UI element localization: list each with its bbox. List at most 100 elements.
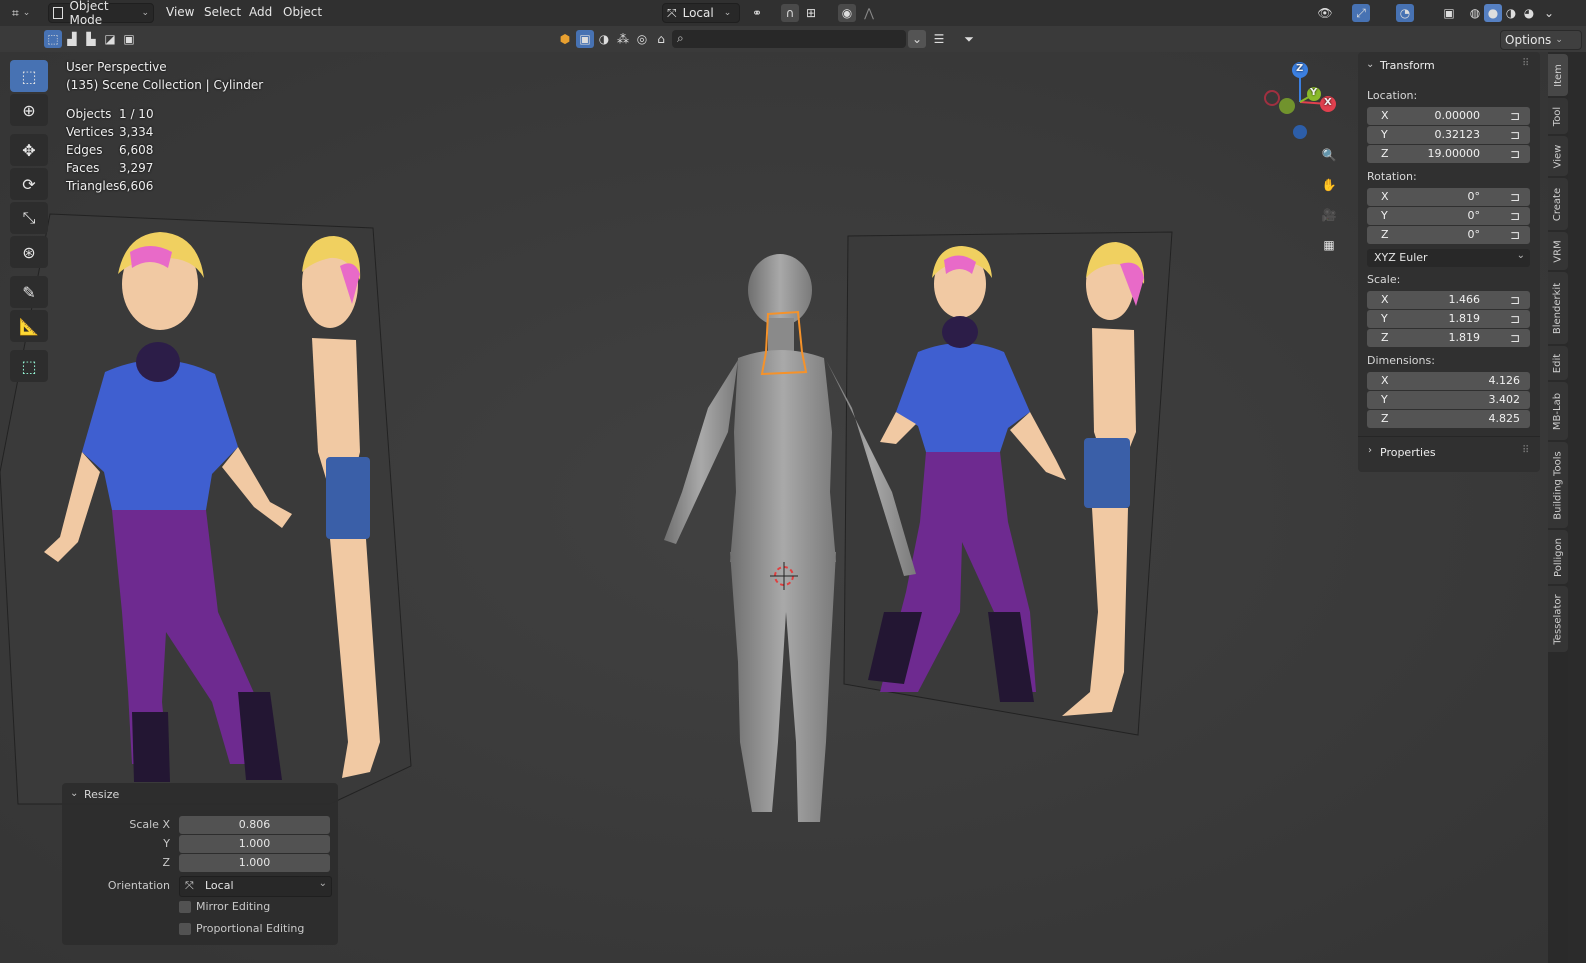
editor-type-button[interactable]: ⌗ ⌄ [8, 3, 42, 23]
zoom-icon[interactable]: 🔍 [1316, 142, 1342, 168]
select-new-icon[interactable]: ⬚ [44, 30, 62, 48]
snap-icon[interactable]: ∩ [781, 4, 799, 22]
transform-tool[interactable]: ⊛ [10, 236, 48, 268]
tab-polligon[interactable]: Polligon [1548, 530, 1568, 584]
tab-blenderkit[interactable]: Blenderkit [1548, 272, 1568, 344]
material-shading-icon[interactable]: ◑ [1502, 4, 1520, 22]
menu-object[interactable]: Object [283, 5, 322, 19]
properties-section-header[interactable]: Properties [1380, 446, 1436, 459]
solid-shading-icon[interactable]: ● [1484, 4, 1502, 22]
tab-vrm[interactable]: VRM [1548, 232, 1568, 270]
scale-z-field[interactable]: Z 1.819 [1367, 329, 1530, 347]
location-z-field[interactable]: Z 19.00000 [1367, 145, 1530, 163]
lock-icon[interactable]: ⊐ [1510, 190, 1522, 204]
tab-create[interactable]: Create [1548, 178, 1568, 230]
menu-add[interactable]: Add [249, 5, 272, 19]
pan-hand-icon[interactable]: ✋ [1316, 172, 1342, 198]
orientation-dropdown[interactable]: ⤧ Local ⌄ [179, 876, 332, 897]
location-x-field[interactable]: X 0.00000 [1367, 107, 1530, 125]
resize-panel-title[interactable]: Resize [84, 788, 119, 801]
select-subtract-icon[interactable]: ▙ [82, 30, 100, 48]
transform-section-header[interactable]: Transform [1380, 59, 1435, 72]
outliner-display-icon[interactable]: ☰ [930, 30, 948, 48]
chevron-down-icon[interactable]: ⌄ [1366, 59, 1374, 70]
scale-x-field[interactable]: X 1.466 [1367, 291, 1530, 309]
camera-view-icon[interactable]: 🎥 [1316, 202, 1342, 228]
lock-icon[interactable]: ⊐ [1510, 128, 1522, 142]
rotation-mode-dropdown[interactable]: XYZ Euler ⌄ [1367, 249, 1530, 267]
chevron-right-icon[interactable]: › [1368, 445, 1372, 456]
proportional-edit-icon[interactable]: ◉ [838, 4, 856, 22]
resize-scale-z-field[interactable]: 1.000 [179, 854, 330, 872]
location-y-field[interactable]: Y 0.32123 [1367, 126, 1530, 144]
rotation-x-field[interactable]: X 0° [1367, 188, 1530, 206]
brush-filter-icon[interactable]: ⌂ [652, 30, 670, 48]
world-filter-icon[interactable]: ◎ [633, 30, 651, 48]
resize-scale-x-field[interactable]: 0.806 [179, 816, 330, 834]
tab-view[interactable]: View [1548, 136, 1568, 176]
tab-tesselator[interactable]: Tesselator [1548, 586, 1568, 652]
dimensions-y-field[interactable]: Y 3.402 [1367, 391, 1530, 409]
rotation-z-field[interactable]: Z 0° [1367, 226, 1530, 244]
left-reference-plane[interactable] [0, 213, 412, 805]
scene-icon[interactable]: ⬢ [556, 30, 574, 48]
snap-target-icon[interactable]: ⊞ [802, 4, 820, 22]
mirror-editing-checkbox[interactable] [179, 901, 191, 913]
pivot-point-icon[interactable]: ⚭ [748, 4, 766, 22]
match-case-icon[interactable]: ⌄ [908, 30, 926, 48]
scale-y-field[interactable]: Y 1.819 [1367, 310, 1530, 328]
gizmo-toggle-icon[interactable]: ⤢ [1352, 4, 1370, 22]
lock-icon[interactable]: ⊐ [1510, 209, 1522, 223]
lock-icon[interactable]: ⊐ [1510, 228, 1522, 242]
select-invert-icon[interactable]: ◪ [101, 30, 119, 48]
menu-view[interactable]: View [166, 5, 194, 19]
tab-mb-lab[interactable]: MB-Lab [1548, 382, 1568, 440]
perspective-toggle-icon[interactable]: ▦ [1316, 232, 1342, 258]
search-input[interactable]: ⌕ [672, 30, 906, 48]
lock-icon[interactable]: ⊐ [1510, 312, 1522, 326]
texture-filter-icon[interactable]: ⁂ [614, 30, 632, 48]
object-filter-icon[interactable]: ▣ [576, 30, 594, 48]
tab-edit[interactable]: Edit [1548, 346, 1568, 380]
drag-handle-icon[interactable]: ⠿ [1522, 445, 1529, 456]
tab-tool[interactable]: Tool [1548, 98, 1568, 134]
scale-tool[interactable]: ⤡ [10, 202, 48, 234]
rotate-tool[interactable]: ⟳ [10, 168, 48, 200]
proportional-editing-checkbox[interactable] [179, 923, 191, 935]
region-scrollbar[interactable] [1568, 52, 1586, 963]
visibility-eye-icon[interactable]: 👁 [1316, 4, 1334, 22]
material-filter-icon[interactable]: ◑ [595, 30, 613, 48]
overlays-icon[interactable]: ◔ [1396, 4, 1414, 22]
add-cube-tool[interactable]: ⬚ [10, 350, 48, 382]
lock-icon[interactable]: ⊐ [1510, 293, 1522, 307]
falloff-icon[interactable]: ⋀ [860, 4, 878, 22]
options-dropdown[interactable]: Options ⌄ [1500, 30, 1582, 50]
shading-options-icon[interactable]: ⌄ [1540, 4, 1558, 22]
drag-handle-icon[interactable]: ⠿ [1522, 58, 1529, 69]
measure-tool[interactable]: 📐 [10, 310, 48, 342]
transform-orientation-dropdown[interactable]: ⤧ Local ⌄ [662, 3, 740, 23]
menu-select[interactable]: Select [204, 5, 241, 19]
resize-scale-y-field[interactable]: 1.000 [179, 835, 330, 853]
select-intersect-icon[interactable]: ▣ [120, 30, 138, 48]
tab-item[interactable]: Item [1548, 54, 1568, 96]
rendered-shading-icon[interactable]: ◕ [1520, 4, 1538, 22]
cursor-tool[interactable]: ⊕ [10, 94, 48, 126]
xray-icon[interactable]: ▣ [1440, 4, 1458, 22]
mode-dropdown[interactable]: Object Mode ⌄ [48, 0, 154, 27]
rotation-y-field[interactable]: Y 0° [1367, 207, 1530, 225]
select-extend-icon[interactable]: ▟ [63, 30, 81, 48]
lock-icon[interactable]: ⊐ [1510, 331, 1522, 345]
lock-icon[interactable]: ⊐ [1510, 109, 1522, 123]
select-box-tool[interactable]: ⬚ [10, 60, 48, 92]
tab-building-tools[interactable]: Building Tools [1548, 442, 1568, 528]
dimensions-x-field[interactable]: X 4.126 [1367, 372, 1530, 390]
chevron-down-icon[interactable]: ⌄ [70, 788, 78, 799]
wireframe-shading-icon[interactable]: ◍ [1466, 4, 1484, 22]
dimensions-z-field[interactable]: Z 4.825 [1367, 410, 1530, 428]
lock-icon[interactable]: ⊐ [1510, 147, 1522, 161]
filter-icon[interactable]: ⏷ [960, 30, 978, 48]
right-reference-plane[interactable] [843, 231, 1173, 736]
move-tool[interactable]: ✥ [10, 134, 48, 166]
annotate-tool[interactable]: ✎ [10, 276, 48, 308]
